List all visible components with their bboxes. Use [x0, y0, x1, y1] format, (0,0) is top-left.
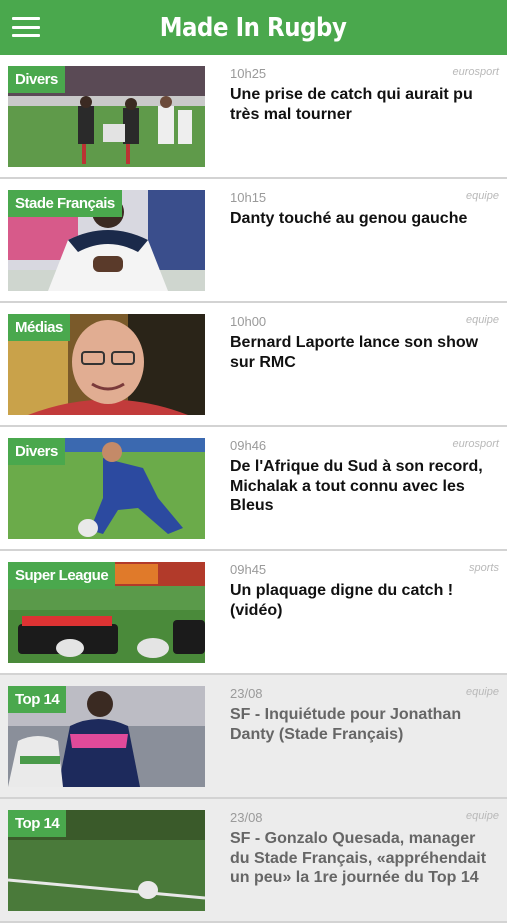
article-thumbnail: Top 14: [8, 810, 205, 911]
article-headline[interactable]: De l'Afrique du Sud à son record, Michal…: [230, 457, 499, 516]
category-badge: Médias: [8, 314, 70, 341]
article-card[interactable]: Divers 10h25 eurosport Une prise de catc…: [0, 55, 507, 179]
article-card[interactable]: Top 14 23/08 equipe SF - Inquiétude pour…: [0, 675, 507, 799]
article-time: 23/08: [230, 686, 263, 701]
news-feed: Divers 10h25 eurosport Une prise de catc…: [0, 55, 507, 923]
app-header: Made In Rugby: [0, 0, 507, 55]
article-card[interactable]: Stade Français 10h15 equipe Danty touché…: [0, 179, 507, 303]
category-badge: Super League: [8, 562, 116, 589]
article-time: 10h15: [230, 190, 267, 205]
article-source: eurosport: [452, 66, 499, 78]
article-headline[interactable]: Un plaquage digne du catch ! (vidéo): [230, 581, 499, 620]
article-source: sports: [469, 562, 499, 574]
article-source: equipe: [465, 810, 499, 822]
article-source: equipe: [465, 190, 499, 202]
category-badge: Top 14: [8, 686, 67, 713]
article-source: eurosport: [452, 438, 499, 450]
article-source: equipe: [465, 686, 499, 698]
app-title: Made In Rugby: [160, 12, 347, 43]
article-card[interactable]: Super League 09h45 sports Un plaquage di…: [0, 551, 507, 675]
article-thumbnail: Super League: [8, 562, 205, 663]
article-thumbnail: Stade Français: [8, 190, 205, 291]
category-badge: Divers: [8, 66, 65, 93]
article-card[interactable]: Divers 09h46 eurosport De l'Afrique du S…: [0, 427, 507, 551]
article-time: 10h00: [230, 314, 267, 329]
article-headline[interactable]: Danty touché au genou gauche: [230, 209, 499, 229]
article-time: 09h46: [230, 438, 267, 453]
article-headline[interactable]: Une prise de catch qui aurait pu très ma…: [230, 85, 499, 124]
article-thumbnail: Médias: [8, 314, 205, 415]
article-thumbnail: Top 14: [8, 686, 205, 787]
article-source: equipe: [465, 314, 499, 326]
category-badge: Top 14: [8, 810, 67, 837]
category-badge: Divers: [8, 438, 65, 465]
category-badge: Stade Français: [8, 190, 122, 217]
article-card[interactable]: Médias 10h00 equipe Bernard Laporte lanc…: [0, 303, 507, 427]
article-time: 10h25: [230, 66, 267, 81]
article-thumbnail: Divers: [8, 66, 205, 167]
article-time: 09h45: [230, 562, 267, 577]
article-headline[interactable]: Bernard Laporte lance son show sur RMC: [230, 333, 499, 372]
article-thumbnail: Divers: [8, 438, 205, 539]
hamburger-menu-icon[interactable]: [12, 13, 40, 41]
article-time: 23/08: [230, 810, 263, 825]
article-headline[interactable]: SF - Gonzalo Quesada, manager du Stade F…: [230, 829, 499, 888]
article-headline[interactable]: SF - Inquiétude pour Jonathan Danty (Sta…: [230, 705, 499, 744]
article-card[interactable]: Top 14 23/08 equipe SF - Gonzalo Quesada…: [0, 799, 507, 923]
